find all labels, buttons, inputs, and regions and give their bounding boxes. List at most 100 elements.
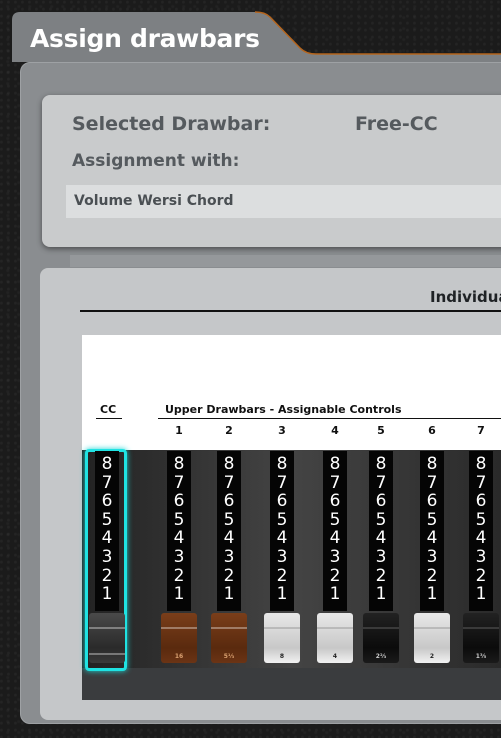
title-tab: Assign drawbars bbox=[0, 0, 501, 62]
drawbar-scale: 8 7 6 5 4 3 2 1 bbox=[316, 455, 354, 604]
drawbar-5[interactable]: 8 7 6 5 4 3 2 1 2⅔ bbox=[362, 451, 400, 666]
scale-6: 6 bbox=[173, 491, 185, 512]
drawbar-handle[interactable]: 2⅔ bbox=[363, 613, 399, 663]
scale-2: 2 bbox=[276, 565, 288, 586]
drawbar-scale: 8 7 6 5 4 3 2 1 bbox=[413, 455, 451, 604]
scale-5: 5 bbox=[426, 509, 438, 530]
drawbar-handle[interactable]: 4 bbox=[317, 613, 353, 663]
selected-drawbar-label: Selected Drawbar: bbox=[72, 113, 271, 135]
scale-3: 3 bbox=[375, 546, 387, 567]
scale-5: 5 bbox=[173, 509, 185, 530]
scale-4: 4 bbox=[426, 528, 438, 549]
cc-header-underline bbox=[96, 418, 122, 419]
upper-header-underline bbox=[158, 418, 501, 419]
scale-8: 8 bbox=[173, 454, 185, 474]
scale-8: 8 bbox=[426, 454, 438, 474]
scale-2: 2 bbox=[475, 565, 487, 586]
scale-3: 3 bbox=[276, 546, 288, 567]
scale-1: 1 bbox=[223, 584, 235, 605]
scale-5: 5 bbox=[375, 509, 387, 530]
cc-header: CC bbox=[100, 403, 117, 416]
drawbar-footage-label: 16 bbox=[174, 653, 184, 660]
scale-7: 7 bbox=[276, 472, 288, 493]
scale-8: 8 bbox=[329, 454, 341, 474]
upper-drawbars-header: Upper Drawbars - Assignable Controls bbox=[165, 403, 402, 416]
scale-6: 6 bbox=[101, 491, 113, 512]
column-number-6: 6 bbox=[428, 424, 436, 437]
drawbar-footage-label: 1⅗ bbox=[475, 653, 487, 660]
scale-7: 7 bbox=[173, 472, 185, 493]
scale-3: 3 bbox=[329, 546, 341, 567]
drawbar-4[interactable]: 8 7 6 5 4 3 2 1 4 bbox=[316, 451, 354, 666]
scale-4: 4 bbox=[101, 528, 113, 549]
assignment-select[interactable]: Volume Wersi Chord bbox=[66, 185, 501, 218]
scale-7: 7 bbox=[101, 472, 113, 493]
drawbar-3[interactable]: 8 7 6 5 4 3 2 1 8 bbox=[263, 451, 301, 666]
scale-3: 3 bbox=[101, 546, 113, 567]
drawbar-footage-label: 2⅔ bbox=[375, 653, 387, 660]
scale-8: 8 bbox=[276, 454, 288, 474]
scale-1: 1 bbox=[426, 584, 438, 605]
drawbar-1[interactable]: 8 7 6 5 4 3 2 1 16 bbox=[160, 451, 198, 666]
drawbar-handle[interactable]: 8 bbox=[264, 613, 300, 663]
drawbar-6[interactable]: 8 7 6 5 4 3 2 1 2 bbox=[413, 451, 451, 666]
scale-3: 3 bbox=[475, 546, 487, 567]
scale-5: 5 bbox=[101, 509, 113, 530]
divider-strip bbox=[70, 255, 501, 267]
drawbar-handle[interactable]: 1⅗ bbox=[463, 613, 499, 663]
individual-divider bbox=[80, 310, 501, 312]
scale-2: 2 bbox=[173, 565, 185, 586]
scale-2: 2 bbox=[329, 565, 341, 586]
scale-4: 4 bbox=[276, 528, 288, 549]
scale-6: 6 bbox=[329, 491, 341, 512]
drawbar-scale: 8 7 6 5 4 3 2 1 bbox=[160, 455, 198, 604]
scale-6: 6 bbox=[475, 491, 487, 512]
selection-info-panel: Selected Drawbar: Free-CC Assignment wit… bbox=[42, 95, 501, 247]
scale-6: 6 bbox=[375, 491, 387, 512]
selected-drawbar-value: Free-CC bbox=[355, 113, 438, 135]
scale-3: 3 bbox=[173, 546, 185, 567]
scale-4: 4 bbox=[173, 528, 185, 549]
scale-3: 3 bbox=[223, 546, 235, 567]
scale-8: 8 bbox=[101, 454, 113, 474]
drawbar-handle[interactable]: 5⅓ bbox=[211, 613, 247, 663]
scale-5: 5 bbox=[276, 509, 288, 530]
scale-6: 6 bbox=[223, 491, 235, 512]
scale-1: 1 bbox=[173, 584, 185, 605]
drawbar-handle[interactable]: 16 bbox=[161, 613, 197, 663]
scale-4: 4 bbox=[475, 528, 487, 549]
drawbar-scale: 8 7 6 5 4 3 2 1 bbox=[263, 455, 301, 604]
scale-1: 1 bbox=[101, 584, 113, 605]
cc-drawbar[interactable]: 8 7 6 5 4 3 2 1 bbox=[85, 449, 127, 671]
column-number-3: 3 bbox=[278, 424, 286, 437]
scale-5: 5 bbox=[329, 509, 341, 530]
scale-2: 2 bbox=[101, 565, 113, 586]
scale-7: 7 bbox=[375, 472, 387, 493]
scale-4: 4 bbox=[329, 528, 341, 549]
drawbar-scale: 8 7 6 5 4 3 2 1 bbox=[88, 455, 126, 604]
drawbar-handle[interactable] bbox=[89, 613, 125, 663]
scale-6: 6 bbox=[426, 491, 438, 512]
scale-1: 1 bbox=[375, 584, 387, 605]
drawbar-scale: 8 7 6 5 4 3 2 1 bbox=[210, 455, 248, 604]
drawbar-2[interactable]: 8 7 6 5 4 3 2 1 5⅓ bbox=[210, 451, 248, 666]
drawbar-footage-label: 4 bbox=[332, 653, 338, 660]
drawbar-footage-label: 5⅓ bbox=[223, 653, 235, 660]
assignment-value: Volume Wersi Chord bbox=[74, 193, 234, 209]
drawbar-handle[interactable]: 2 bbox=[414, 613, 450, 663]
scale-3: 3 bbox=[426, 546, 438, 567]
scale-6: 6 bbox=[276, 491, 288, 512]
drawbar-scale: 8 7 6 5 4 3 2 1 bbox=[362, 455, 400, 604]
scale-5: 5 bbox=[475, 509, 487, 530]
drawbar-scale: 8 7 6 5 4 3 2 1 bbox=[462, 455, 500, 604]
assignment-label: Assignment with: bbox=[72, 151, 240, 171]
scale-7: 7 bbox=[329, 472, 341, 493]
scale-4: 4 bbox=[223, 528, 235, 549]
drawbar-footage-label: 2 bbox=[429, 653, 435, 660]
scale-2: 2 bbox=[375, 565, 387, 586]
scale-2: 2 bbox=[223, 565, 235, 586]
drawbar-7[interactable]: 8 7 6 5 4 3 2 1 1⅗ bbox=[462, 451, 500, 666]
column-number-7: 7 bbox=[477, 424, 485, 437]
scale-5: 5 bbox=[223, 509, 235, 530]
individual-label: Individua bbox=[430, 288, 501, 306]
